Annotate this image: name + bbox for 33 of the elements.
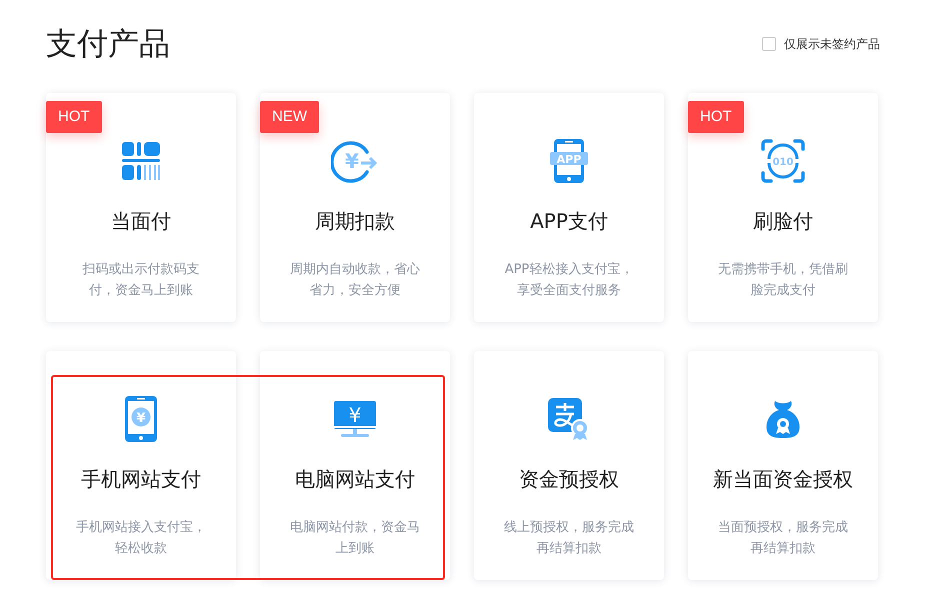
- product-description: 手机网站接入支付宝， 轻松收款: [76, 519, 206, 558]
- product-description: 电脑网站付款，资金马 上到账: [290, 519, 420, 558]
- product-title: 刷脸付: [753, 208, 813, 235]
- product-card[interactable]: HOT 010 刷脸付 无需携带手机，凭借刷 脸完成支付: [688, 93, 878, 322]
- product-card[interactable]: 资金预授权 线上预授权，服务完成 再结算扣款: [474, 351, 664, 580]
- product-card[interactable]: HOT 当面付 扫码或出示付款码支 付，资金马上到账: [46, 93, 236, 322]
- product-title: APP支付: [530, 208, 608, 235]
- product-title: 当面付: [111, 208, 171, 235]
- product-description: APP轻松接入支付宝， 享受全面支付服务: [504, 261, 634, 300]
- product-tag: NEW: [260, 101, 319, 133]
- product-card[interactable]: NEW ¥ 周期扣款 周期内自动收款，省心 省力，安全方便: [260, 93, 450, 322]
- product-description: 当面预授权，服务完成 再结算扣款: [718, 519, 848, 558]
- product-tag: HOT: [46, 101, 102, 133]
- product-card[interactable]: ¥ 手机网站支付 手机网站接入支付宝， 轻松收款: [46, 351, 236, 580]
- product-description: 周期内自动收款，省心 省力，安全方便: [290, 261, 420, 300]
- product-title: 新当面资金授权: [713, 466, 853, 493]
- product-description: 线上预授权，服务完成 再结算扣款: [504, 519, 634, 558]
- product-description: 扫码或出示付款码支 付，资金马上到账: [82, 261, 200, 300]
- product-description: 无需携带手机，凭借刷 脸完成支付: [718, 261, 848, 300]
- product-card[interactable]: ¥ 电脑网站支付 电脑网站付款，资金马 上到账: [260, 351, 450, 580]
- product-title: 资金预授权: [519, 466, 619, 493]
- filter-label[interactable]: 仅展示未签约产品: [784, 36, 880, 52]
- qr-code-icon: [121, 141, 161, 181]
- product-title: 手机网站支付: [81, 466, 201, 493]
- money-bag-icon: [765, 399, 801, 439]
- product-card[interactable]: APP APP支付 APP轻松接入支付宝， 享受全面支付服务: [474, 93, 664, 322]
- product-card[interactable]: 新当面资金授权 当面预授权，服务完成 再结算扣款: [688, 351, 878, 580]
- page-title: 支付产品: [46, 25, 170, 64]
- checkbox[interactable]: [762, 37, 776, 51]
- product-title: 电脑网站支付: [295, 466, 415, 493]
- product-tag: HOT: [688, 101, 744, 133]
- product-title: 周期扣款: [315, 208, 395, 235]
- mobile-payment-icon: ¥: [124, 395, 158, 443]
